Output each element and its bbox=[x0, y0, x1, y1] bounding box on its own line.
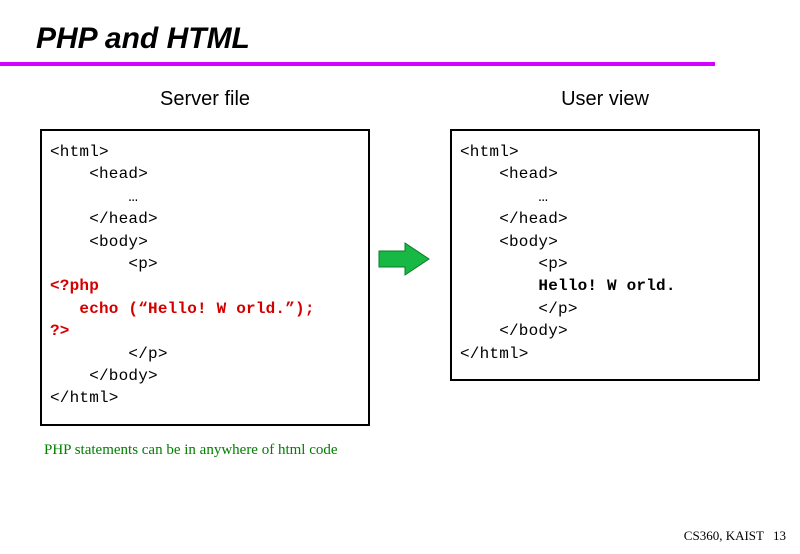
footnote: PHP statements can be in anywhere of htm… bbox=[44, 442, 800, 459]
php-echo: echo (“Hello! W orld.”); bbox=[50, 300, 315, 318]
code-line: <html> bbox=[460, 143, 519, 161]
course-label: CS360, KAIST bbox=[684, 528, 764, 543]
page-number: 13 bbox=[773, 528, 786, 543]
content-columns: Server file <html> <head> … </head> <bod… bbox=[0, 66, 800, 426]
code-line: <body> bbox=[460, 233, 558, 251]
page-title: PHP and HTML bbox=[36, 22, 250, 55]
code-line: </html> bbox=[460, 345, 529, 363]
server-code-box: <html> <head> … </head> <body> <p> <?php… bbox=[40, 129, 370, 426]
php-close: ?> bbox=[50, 322, 70, 340]
code-line: </html> bbox=[50, 389, 119, 407]
server-column: Server file <html> <head> … </head> <bod… bbox=[40, 88, 370, 426]
code-line: </head> bbox=[50, 210, 158, 228]
code-line: </p> bbox=[50, 345, 168, 363]
user-heading: User view bbox=[561, 88, 649, 111]
code-line: </body> bbox=[50, 367, 158, 385]
server-heading: Server file bbox=[160, 88, 250, 111]
output-line: Hello! W orld. bbox=[460, 277, 676, 295]
code-line: … bbox=[50, 188, 138, 206]
slide-footer: CS360, KAIST 13 bbox=[684, 528, 786, 544]
code-line: <head> bbox=[50, 165, 148, 183]
arrow-icon bbox=[375, 241, 431, 277]
code-line: <body> bbox=[50, 233, 148, 251]
code-line: </p> bbox=[460, 300, 578, 318]
code-line: <head> bbox=[460, 165, 558, 183]
user-column: User view <html> <head> … </head> <body>… bbox=[450, 88, 760, 426]
code-line: … bbox=[460, 188, 548, 206]
code-line: </head> bbox=[460, 210, 568, 228]
code-line: </body> bbox=[460, 322, 568, 340]
user-code-box: <html> <head> … </head> <body> <p> Hello… bbox=[450, 129, 760, 381]
code-line: <p> bbox=[460, 255, 568, 273]
code-line: <p> bbox=[50, 255, 158, 273]
php-open: <?php bbox=[50, 277, 99, 295]
code-line: <html> bbox=[50, 143, 109, 161]
